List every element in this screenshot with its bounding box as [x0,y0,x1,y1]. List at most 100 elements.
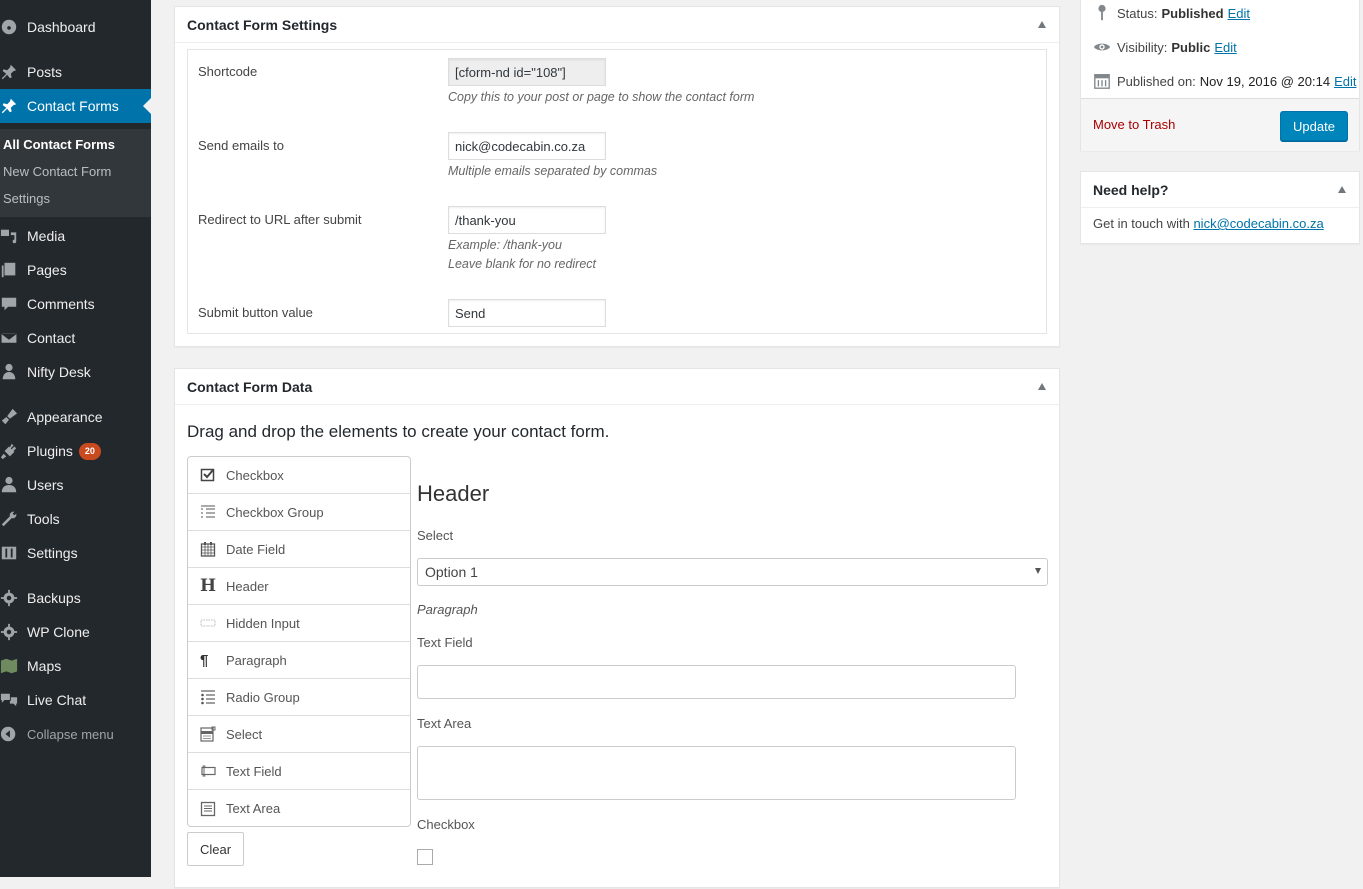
menu-label: Appearance [27,409,103,425]
help-box-header[interactable]: Need help? [1081,172,1359,208]
hidden-input-icon [200,615,226,631]
submenu-new-contact-form[interactable]: New Contact Form [3,164,111,179]
preview-text-field[interactable] [417,665,1016,699]
preview-header: Header [417,481,490,506]
collapse-icon [0,724,27,744]
envelope-icon [0,328,27,348]
status-value: Published [1161,5,1224,21]
gear-icon [0,622,27,642]
redirect-url-field[interactable] [448,206,606,234]
element-radio-group[interactable]: Radio Group [188,679,410,716]
menu-dashboard[interactable]: Dashboard [0,10,151,44]
element-header[interactable]: H Header [188,568,410,605]
menu-pages[interactable]: Pages [0,253,151,287]
element-label: Select [226,726,263,742]
settings-fields: Shortcode Copy this to your post or page… [187,49,1047,334]
menu-label: Contact [27,330,76,346]
preview-text-area[interactable] [417,746,1016,800]
menu-comments[interactable]: Comments [0,287,151,321]
menu-label: Settings [27,545,78,561]
element-hidden-input[interactable]: Hidden Input [188,605,410,642]
chat-icon [0,690,27,710]
data-box-title: Contact Form Data [187,378,313,395]
published-on-value: Nov 19, 2016 @ 20:14 [1199,73,1331,89]
status-label: Status: [1117,5,1158,21]
menu-settings[interactable]: Settings [0,536,151,570]
published-on-label: Published on: [1117,73,1196,89]
chevron-down-icon [1035,568,1041,574]
move-to-trash-link[interactable]: Move to Trash [1093,117,1175,132]
menu-label: Nifty Desk [27,364,91,380]
update-button[interactable]: Update [1280,111,1348,141]
element-label: Header [226,578,269,594]
clear-button[interactable]: Clear [187,832,244,866]
edit-status-link[interactable]: Edit [1228,6,1250,21]
pin-icon [0,62,27,82]
element-date-field[interactable]: Date Field [188,531,410,568]
edit-visibility-link[interactable]: Edit [1214,40,1236,55]
menu-contact[interactable]: Contact [0,321,151,355]
preview-checkbox[interactable] [417,849,433,865]
element-text-field[interactable]: Text Field [188,753,410,790]
redirect-example-text: Example: /thank-you [448,238,562,252]
contact-forms-submenu: All Contact Forms New Contact Form Setti… [0,129,151,217]
publish-actions: Move to Trash Update [1081,98,1359,151]
menu-posts[interactable]: Posts [0,55,151,89]
element-paragraph[interactable]: ¶ Paragraph [188,642,410,679]
menu-label: Contact Forms [27,98,119,114]
collapse-menu-button[interactable]: Collapse menu [0,717,151,751]
menu-users[interactable]: Users [0,468,151,502]
menu-live-chat[interactable]: Live Chat [0,683,151,717]
menu-label: Maps [27,658,62,674]
element-label: Paragraph [226,652,287,668]
status-row: Status: Published Edit [1093,4,1250,22]
checkbox-icon [200,467,226,483]
element-label: Date Field [226,541,286,557]
element-label: Text Field [226,763,282,779]
menu-label: Users [27,477,64,493]
element-checkbox-group[interactable]: Checkbox Group [188,494,410,531]
edit-date-link[interactable]: Edit [1334,74,1356,89]
collapse-toggle-icon[interactable] [1338,186,1346,193]
help-email-link[interactable]: nick@codecabin.co.za [1193,216,1323,231]
redirect-blank-text: Leave blank for no redirect [448,257,597,271]
menu-maps[interactable]: Maps [0,649,151,683]
menu-label: Plugins [27,443,73,459]
send-emails-label: Send emails to [198,138,284,153]
plug-icon [0,441,27,461]
element-label: Checkbox Group [226,504,324,520]
help-box-title: Need help? [1093,181,1169,198]
menu-contact-forms[interactable]: Contact Forms [0,89,151,123]
submit-button-value-field[interactable] [448,299,606,327]
submenu-settings[interactable]: Settings [3,191,50,206]
select-value: Option 1 [425,564,478,580]
element-text-area[interactable]: Text Area [188,790,410,827]
collapse-toggle-icon[interactable] [1038,21,1046,28]
shortcode-label: Shortcode [198,64,258,79]
element-select[interactable]: Select [188,716,410,753]
collapse-label: Collapse menu [27,726,114,742]
checklist-icon [200,504,226,520]
shortcode-field[interactable] [448,58,606,86]
wrench-icon [0,509,27,529]
preview-paragraph: Paragraph [417,602,478,617]
help-text: Get in touch with nick@codecabin.co.za [1093,216,1324,231]
menu-label: Media [27,228,66,244]
submenu-all-contact-forms[interactable]: All Contact Forms [3,137,115,152]
menu-media[interactable]: Media [0,219,151,253]
menu-appearance[interactable]: Appearance [0,400,151,434]
preview-text-field-label: Text Field [417,635,473,650]
menu-plugins[interactable]: Plugins 20 [0,434,151,468]
settings-box-header[interactable]: Contact Form Settings [175,7,1059,43]
redirect-url-label: Redirect to URL after submit [198,212,362,227]
send-emails-field[interactable] [448,132,606,160]
preview-select-dropdown[interactable]: Option 1 [417,558,1048,586]
menu-nifty-desk[interactable]: Nifty Desk [0,355,151,389]
menu-backups[interactable]: Backups [0,581,151,615]
text-area-icon [200,801,226,817]
menu-wp-clone[interactable]: WP Clone [0,615,151,649]
menu-label: Dashboard [27,19,96,35]
dashboard-icon [0,17,27,37]
menu-tools[interactable]: Tools [0,502,151,536]
element-checkbox[interactable]: Checkbox [188,457,410,494]
